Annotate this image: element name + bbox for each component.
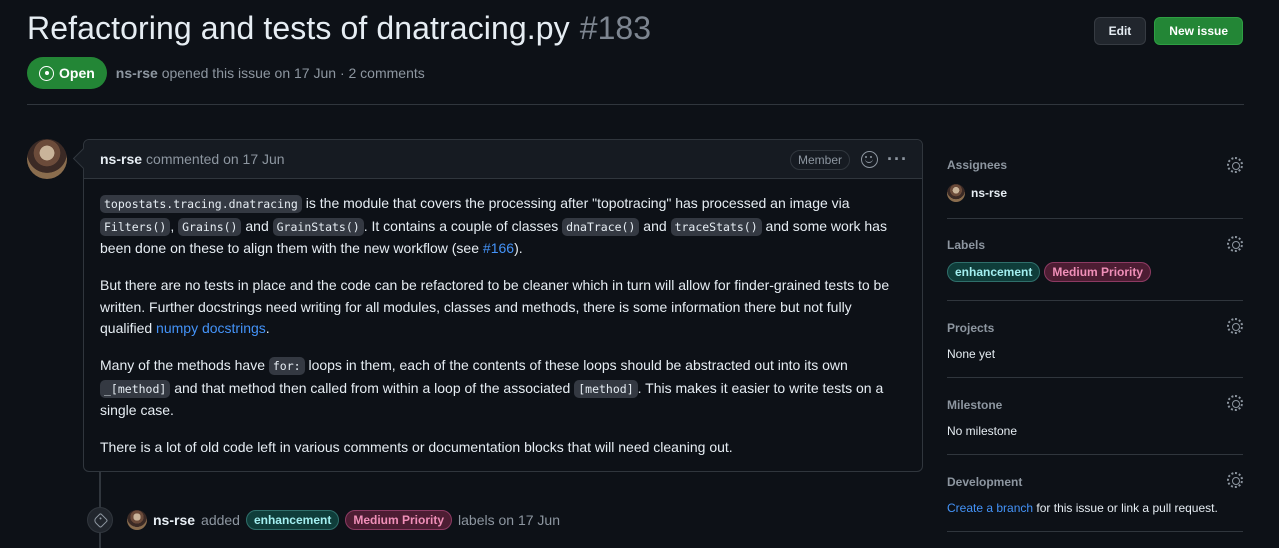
projects-title[interactable]: Projects [947,321,994,335]
state-badge: Open [27,57,107,89]
text: . [265,320,270,336]
gear-icon[interactable] [1227,236,1243,252]
paragraph: But there are no tests in place and the … [100,275,906,340]
comment-header: ns-rse commented on 17 Jun Member ··· [84,140,922,179]
inline-code: Filters() [100,217,171,236]
projects-value: None yet [947,347,996,361]
sidebar-labels: Labels enhancement Medium Priority [947,219,1243,301]
inline-code: topostats.tracing.dnatracing [100,195,302,213]
issue-meta: Open ns-rse opened this issue on 17 Jun … [27,57,425,89]
issue-reference-link[interactable]: #166 [483,240,514,256]
state-label: Open [59,65,95,81]
paragraph: There is a lot of old code left in vario… [100,439,733,455]
inline-code: GrainStats() [272,217,364,236]
gear-icon[interactable] [1227,395,1243,411]
paragraph: topostats.tracing.dnatracing is the modu… [100,193,906,260]
avatar[interactable] [127,510,147,530]
gear-icon[interactable] [1227,157,1243,173]
create-branch-link[interactable]: Create a branch [947,501,1033,515]
inline-code: Grains() [178,217,242,236]
gear-icon[interactable] [1227,472,1243,488]
label-medium-priority[interactable]: Medium Priority [1044,262,1152,282]
event-suffix: labels on 17 Jun [458,512,560,528]
text: ). [514,240,523,256]
text: . It contains a couple of classes [363,217,563,234]
assignees-title[interactable]: Assignees [947,158,1007,172]
issue-opened-text: opened this issue on 17 Jun · 2 comments [161,65,425,81]
text: and that method then called from within … [170,379,575,396]
paragraph: Many of the methods have for: loops in t… [100,355,906,422]
kebab-horizontal-icon[interactable]: ··· [887,149,908,170]
inline-code: _[method] [100,379,171,398]
text: and [241,217,273,234]
header-actions: Edit New issue [1093,17,1243,45]
smiley-icon[interactable] [861,151,878,168]
label-enhancement[interactable]: enhancement [245,510,340,530]
inline-code: for: [268,357,305,375]
issue-title: Refactoring and tests of dnatracing.py [27,10,570,46]
inline-code: traceStats() [670,217,762,236]
issue-author-link[interactable]: ns-rse [116,65,158,81]
sidebar-projects: Projects None yet [947,301,1243,378]
milestone-value: No milestone [947,424,1018,438]
numpy-docstrings-link[interactable]: numpy docstrings [156,320,266,336]
label-event: ns-rse added enhancement Medium Priority… [87,507,560,533]
labels-title[interactable]: Labels [947,238,985,252]
comment-author-link[interactable]: ns-rse [100,151,142,167]
comment-timestamp[interactable]: commented on 17 Jun [146,151,285,167]
issue-sidebar: Assignees ns-rse Labels enhancement Medi… [947,139,1243,532]
milestone-title[interactable]: Milestone [947,398,1002,412]
avatar [947,184,965,202]
sidebar-milestone: Milestone No milestone [947,378,1243,455]
label-enhancement[interactable]: enhancement [947,262,1041,282]
issue-number: #183 [579,10,651,46]
development-title[interactable]: Development [947,475,1022,489]
label-medium-priority[interactable]: Medium Priority [345,510,453,530]
label-list: enhancement Medium Priority [947,262,1152,282]
comment-card: ns-rse commented on 17 Jun Member ··· to… [83,139,923,472]
inline-code: dnaTrace() [562,217,640,236]
event-actor-link[interactable]: ns-rse [153,512,195,528]
member-badge: Member [789,150,850,170]
assignee-item[interactable]: ns-rse [947,184,1007,202]
development-suffix: for this issue or link a pull request. [1033,501,1218,515]
inline-code: [method] [574,379,638,398]
edit-button[interactable]: Edit [1093,17,1147,45]
header-divider [27,104,1244,105]
comment-body: topostats.tracing.dnatracing is the modu… [84,179,922,459]
text: and [639,217,671,234]
tag-icon [87,507,113,533]
text: is the module that covers the processing… [301,195,850,211]
gear-icon[interactable] [1227,318,1243,334]
issue-meta-text: ns-rse opened this issue on 17 Jun · 2 c… [116,65,425,81]
text: loops in them, each of the contents of t… [304,357,848,373]
sidebar-assignees: Assignees ns-rse [947,139,1243,219]
event-action: added [201,512,240,528]
new-issue-button[interactable]: New issue [1154,17,1243,45]
sidebar-development: Development Create a branch for this iss… [947,455,1243,532]
issue-title-row: Refactoring and tests of dnatracing.py #… [27,10,651,54]
development-text: Create a branch for this issue or link a… [947,501,1218,515]
assignee-name: ns-rse [971,186,1008,200]
avatar[interactable] [27,139,67,179]
text: Many of the methods have [100,357,269,373]
issue-opened-icon [39,65,54,81]
text: , [170,217,179,234]
